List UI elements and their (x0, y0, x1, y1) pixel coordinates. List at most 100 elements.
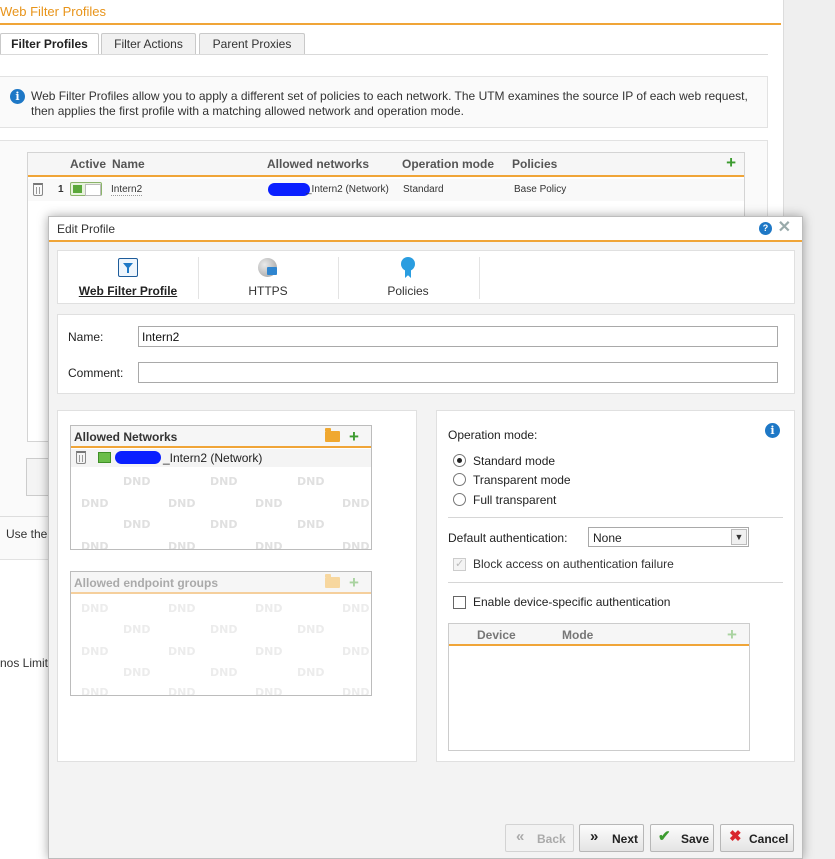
filter-icon (118, 258, 138, 277)
name-comment-panel: Name: Comment: (57, 314, 795, 394)
tab-divider (479, 257, 480, 299)
full-transparent-label[interactable]: Full transparent (473, 493, 556, 507)
tab-https[interactable]: HTTPS (198, 251, 338, 303)
divider (0, 516, 50, 517)
dnd-watermark: DND (255, 540, 283, 550)
default-auth-value: None (593, 531, 622, 545)
help-icon[interactable]: ? (759, 222, 772, 235)
back-label: Back (537, 832, 566, 846)
comment-input[interactable] (138, 362, 778, 383)
standard-mode-label[interactable]: Standard mode (473, 454, 555, 468)
next-button[interactable]: » Next (579, 824, 644, 852)
tab-web-filter-profile[interactable]: Web Filter Profile (58, 251, 198, 303)
add-device-icon: + (727, 625, 737, 644)
grid-header: Active Name Allowed networks Operation m… (28, 153, 744, 177)
dialog-title: Edit Profile (57, 222, 116, 236)
dnd-watermark: DND (297, 475, 325, 488)
trash-icon[interactable] (76, 451, 86, 464)
row-name[interactable]: Intern2 (111, 184, 143, 196)
col-active: Active (70, 157, 107, 171)
divider (448, 582, 783, 583)
dnd-watermark: DND (81, 686, 109, 696)
dnd-watermark: DND (168, 540, 196, 550)
folder-icon (325, 574, 340, 588)
block-access-label: Block access on authentication failure (473, 557, 674, 571)
dialog-tabs: Web Filter Profile HTTPS Policies (57, 250, 795, 304)
networks-panel: Allowed Networks + _Intern2 (Network) DN… (57, 410, 417, 762)
tab-label: HTTPS (248, 284, 288, 298)
tab-filter-profiles[interactable]: Filter Profiles (0, 33, 99, 55)
row-policy: Base Policy (514, 184, 567, 195)
chevron-down-icon[interactable]: ▼ (731, 529, 747, 545)
col-name[interactable]: Name (112, 157, 145, 171)
close-icon[interactable]: ✕ (778, 219, 791, 237)
dnd-watermark: DND (342, 540, 370, 550)
trash-icon[interactable] (33, 183, 43, 196)
help-text-fragment: Use the (6, 527, 48, 541)
col-policies[interactable]: Policies (512, 157, 557, 171)
allowed-networks-header: Allowed Networks + (71, 426, 371, 448)
endpoint-groups-header: Allowed endpoint groups + (71, 572, 371, 594)
dnd-watermark: DND (297, 666, 325, 679)
add-endpoint-group-icon: + (349, 573, 359, 592)
operation-mode-label: Operation mode: (448, 428, 538, 442)
col-operation-mode[interactable]: Operation mode (402, 157, 494, 171)
options-panel: Operation mode: i Standard mode Transpar… (436, 410, 795, 762)
block-access-checkbox (453, 557, 466, 571)
add-network-icon[interactable]: + (349, 426, 359, 448)
tab-label: Web Filter Profile (78, 284, 178, 298)
allowed-networks-box[interactable]: Allowed Networks + _Intern2 (Network) DN… (70, 425, 372, 550)
dnd-watermark: DND (123, 518, 151, 531)
dnd-watermark: DND (342, 497, 370, 510)
dnd-watermark: DND (123, 623, 151, 636)
radio-transparent-mode[interactable] (453, 473, 466, 486)
dnd-watermark: DND (210, 666, 238, 679)
radio-standard-mode[interactable] (453, 454, 466, 467)
dnd-watermark: DND (81, 540, 109, 550)
redaction-scribble (115, 451, 161, 464)
radio-full-transparent[interactable] (453, 493, 466, 506)
device-auth-label[interactable]: Enable device-specific authentication (473, 595, 670, 609)
list-item[interactable]: _Intern2 (Network) (71, 449, 371, 467)
network-flag-icon (98, 452, 111, 463)
tab-policies[interactable]: Policies (338, 251, 478, 303)
save-button[interactable]: ✔ Save (650, 824, 714, 852)
info-icon[interactable]: i (765, 423, 780, 438)
row-index: 1 (58, 184, 64, 195)
info-box: i Web Filter Profiles allow you to apply… (0, 76, 768, 128)
dnd-watermark: DND (255, 645, 283, 658)
add-profile-icon[interactable]: + (726, 153, 736, 173)
edit-profile-dialog: Edit Profile ? ✕ Web Filter Profile HTTP… (48, 216, 803, 859)
back-button: « Back (505, 824, 574, 852)
dnd-watermark: DND (81, 602, 109, 615)
comment-label: Comment: (68, 366, 124, 380)
default-auth-label: Default authentication: (448, 531, 568, 545)
table-row[interactable]: 1 Intern2 _Intern2 (Network) Standard Ba… (28, 179, 744, 201)
redaction-scribble (268, 183, 310, 196)
dnd-watermark: DND (81, 645, 109, 658)
col-mode: Mode (562, 628, 594, 642)
page-title: Web Filter Profiles (0, 4, 106, 19)
default-auth-select[interactable]: None ▼ (588, 527, 749, 547)
cancel-button[interactable]: ✖ Cancel (720, 824, 794, 852)
info-text: Web Filter Profiles allow you to apply a… (31, 89, 748, 118)
dnd-watermark: DND (168, 497, 196, 510)
dnd-watermark: DND (255, 686, 283, 696)
title-divider (0, 23, 781, 25)
dnd-watermark: DND (255, 497, 283, 510)
name-input[interactable] (138, 326, 778, 347)
col-allowed-networks[interactable]: Allowed networks (267, 157, 369, 171)
dnd-watermark: DND (210, 475, 238, 488)
transparent-mode-label[interactable]: Transparent mode (473, 473, 571, 487)
tab-parent-proxies[interactable]: Parent Proxies (199, 33, 305, 55)
dnd-watermark: DND (210, 518, 238, 531)
double-chevron-right-icon: » (590, 828, 599, 845)
network-item-label: _Intern2 (Network) (163, 451, 263, 465)
tab-filter-actions[interactable]: Filter Actions (101, 33, 196, 55)
next-label: Next (612, 832, 639, 846)
active-toggle[interactable] (70, 182, 102, 196)
https-lock-icon (258, 258, 277, 277)
device-auth-checkbox[interactable] (453, 596, 466, 609)
folder-icon[interactable] (325, 428, 340, 442)
footer-text-fragment: nos Limit (0, 656, 49, 670)
